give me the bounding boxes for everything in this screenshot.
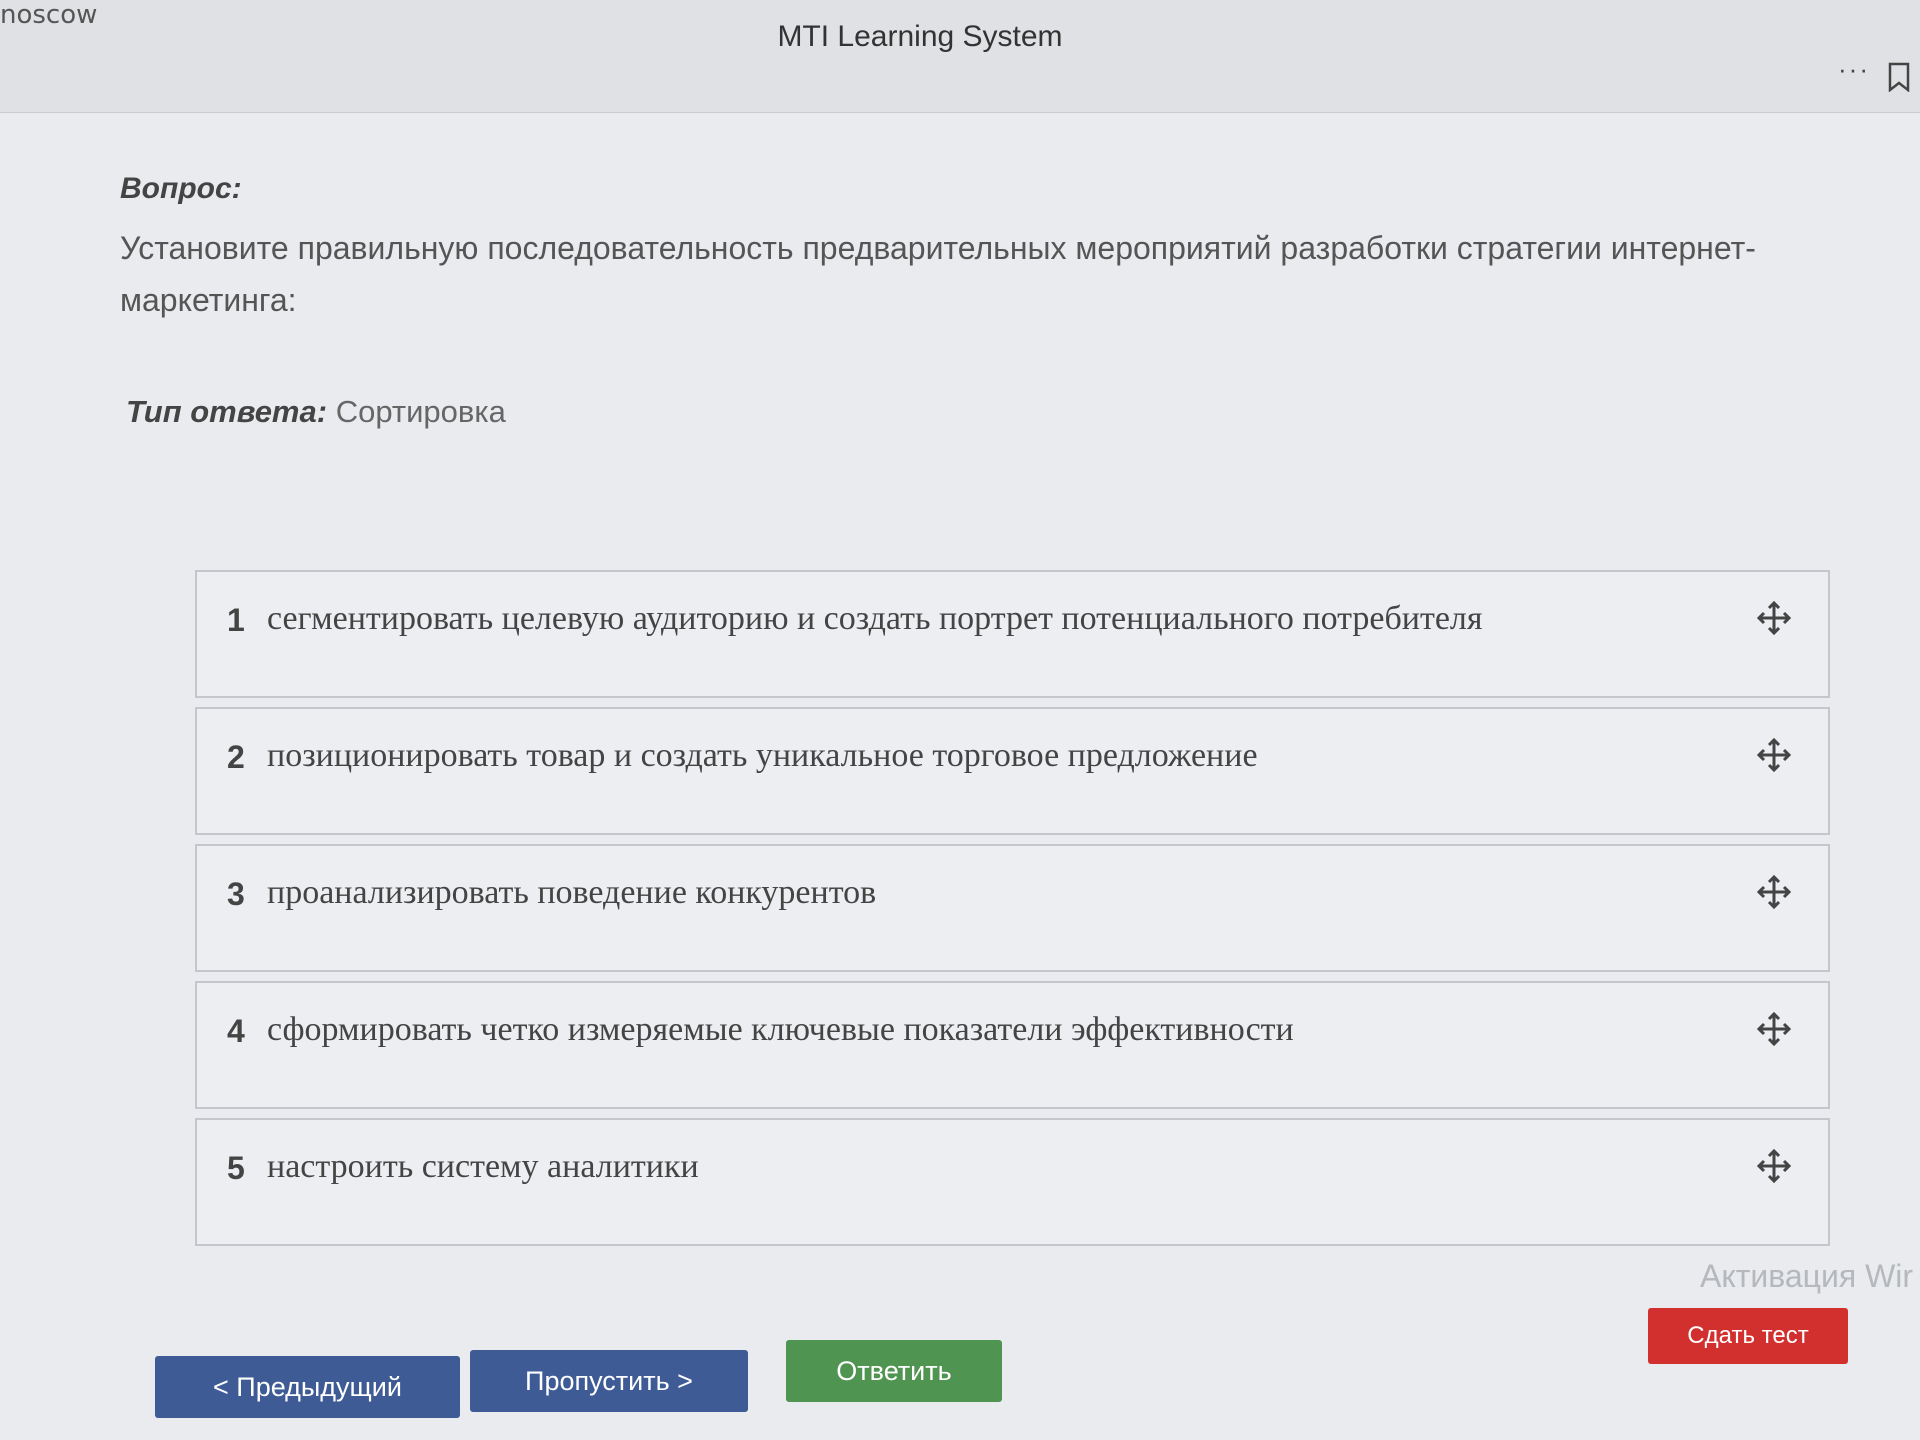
sortable-item[interactable]: 5 настроить систему аналитики: [195, 1118, 1830, 1246]
sortable-item[interactable]: 1 сегментировать целевую аудиторию и соз…: [195, 570, 1830, 698]
skip-button[interactable]: Пропустить >: [470, 1350, 748, 1412]
answer-type-label: Тип ответа:: [126, 394, 328, 429]
sortable-item[interactable]: 3 проанализировать поведение конкурентов: [195, 844, 1830, 972]
submit-test-button[interactable]: Сдать тест: [1648, 1308, 1848, 1364]
move-handle-icon[interactable]: [1756, 600, 1792, 636]
sortable-item[interactable]: 4 сформировать четко измеряемые ключевые…: [195, 981, 1830, 1109]
move-handle-icon[interactable]: [1756, 1148, 1792, 1184]
bookmark-icon[interactable]: [1888, 62, 1910, 92]
move-handle-icon[interactable]: [1756, 737, 1792, 773]
item-number: 2: [227, 739, 245, 775]
item-text: проанализировать поведение конкурентов: [267, 874, 877, 911]
item-text: сегментировать целевую аудиторию и созда…: [267, 600, 1483, 637]
title-bar: noscow MTI Learning System ···: [0, 0, 1920, 113]
previous-button[interactable]: < Предыдущий: [155, 1356, 460, 1418]
answer-type: Тип ответа: Сортировка: [126, 394, 506, 430]
question-text: Установите правильную последовательность…: [120, 230, 1756, 318]
sortable-item[interactable]: 2 позиционировать товар и создать уникал…: [195, 707, 1830, 835]
item-text: настроить систему аналитики: [267, 1148, 699, 1185]
item-number: 5: [227, 1150, 245, 1186]
more-dots-icon[interactable]: ···: [1838, 54, 1870, 85]
item-number: 1: [227, 602, 245, 638]
question-label: Вопрос:: [120, 172, 242, 205]
item-text: позиционировать товар и создать уникальн…: [267, 737, 1258, 774]
item-number: 3: [227, 876, 245, 912]
item-number: 4: [227, 1013, 245, 1049]
app-title: MTI Learning System: [777, 20, 1063, 53]
answer-button[interactable]: Ответить: [786, 1340, 1002, 1402]
move-handle-icon[interactable]: [1756, 874, 1792, 910]
windows-activation-watermark: Активация Wir: [1700, 1258, 1914, 1294]
move-handle-icon[interactable]: [1756, 1011, 1792, 1047]
item-text: сформировать четко измеряемые ключевые п…: [267, 1011, 1294, 1048]
sortable-list: 1 сегментировать целевую аудиторию и соз…: [195, 570, 1830, 1255]
answer-type-value: Сортировка: [335, 394, 506, 429]
